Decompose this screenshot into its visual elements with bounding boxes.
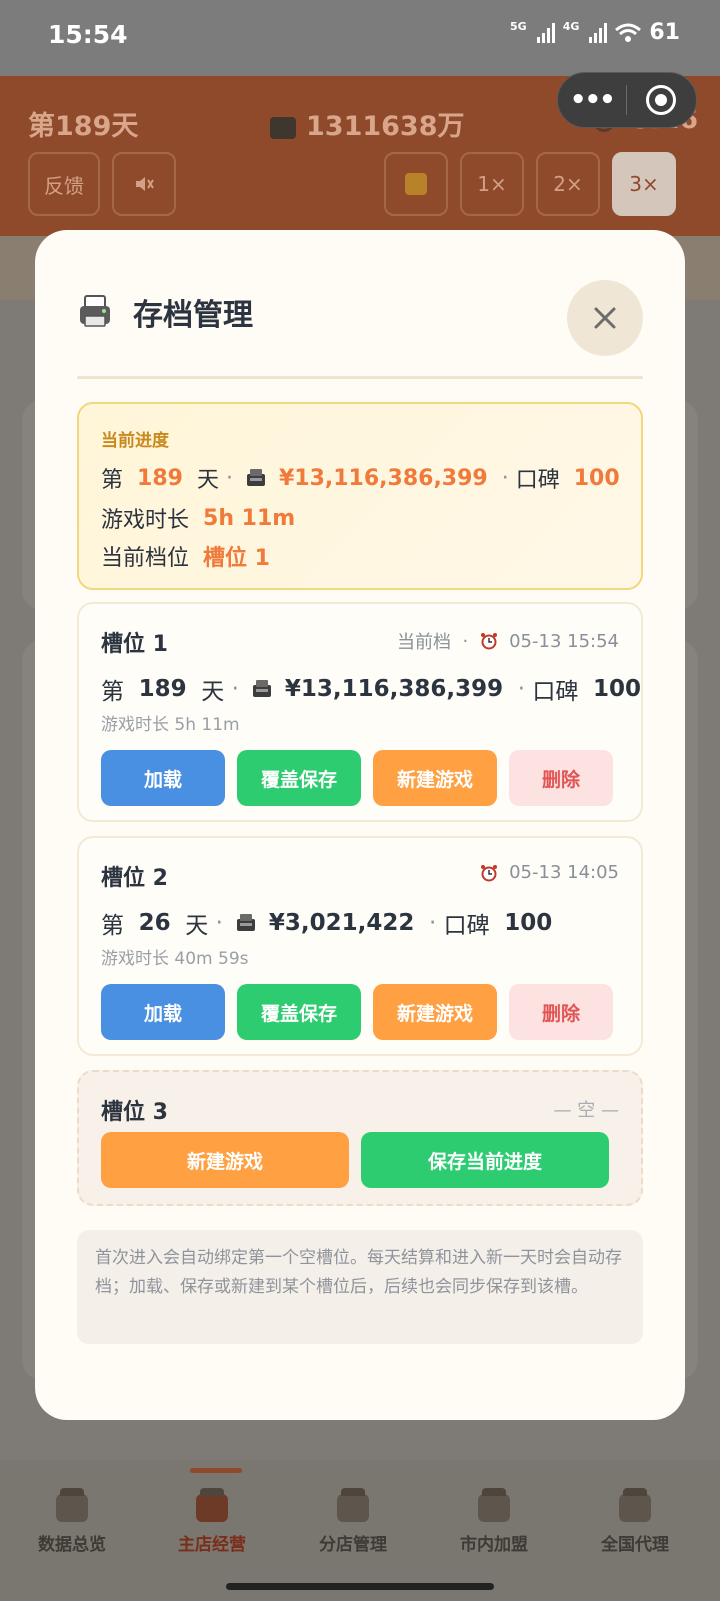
alarm-clock-icon <box>480 633 497 650</box>
nav-item-main-store[interactable]: 主店经营 <box>140 1488 284 1555</box>
new-game-button[interactable]: 新建游戏 <box>373 750 497 806</box>
nav-item-branch[interactable]: 分店管理 <box>281 1488 425 1555</box>
nav-label: 主店经营 <box>178 1535 246 1555</box>
signal-icon <box>536 22 555 43</box>
save-management-dialog: 存档管理 当前进度 第 189 天 · ¥13,116,386,399 · 口碑… <box>35 230 685 1420</box>
pause-icon <box>405 173 427 195</box>
progress-summary: 第 189 天 · ¥13,116,386,399 · 口碑 100 <box>101 465 620 494</box>
slot-name: 槽位 1 <box>101 632 168 657</box>
branch-icon <box>337 1488 369 1522</box>
register-icon <box>252 680 271 697</box>
nav-label: 数据总览 <box>38 1535 106 1555</box>
wifi-icon <box>615 23 642 42</box>
mute-icon <box>136 177 154 191</box>
nav-item-agency[interactable]: 全国代理 <box>563 1488 707 1555</box>
status-bar: 15:54 5G 4G 61 <box>0 0 720 76</box>
autosave-note: 首次进入会自动绑定第一个空槽位。每天结算和进入新一天时会自动存档；加载、保存或新… <box>77 1230 643 1344</box>
delete-button[interactable]: 删除 <box>509 984 613 1040</box>
slot-name: 槽位 2 <box>101 866 168 891</box>
register-icon <box>246 469 265 486</box>
money-display: 1311638万 <box>270 104 465 143</box>
nav-item-franchise[interactable]: 市内加盟 <box>422 1488 566 1555</box>
slot-name: 槽位 3 <box>101 1100 168 1125</box>
progress-day: 189 <box>137 465 183 491</box>
home-indicator <box>226 1583 494 1590</box>
slot-timestamp: 05-13 15:54 <box>509 630 619 652</box>
current-progress-label: 当前进度 <box>101 431 169 451</box>
slot-summary: 第 189 天 · ¥13,116,386,399 · 口碑 100 <box>101 676 642 705</box>
header-divider <box>77 376 643 379</box>
save-slot-2: 槽位 2 05-13 14:05 第 26 天 · ¥3,021,422 · 口… <box>77 836 643 1056</box>
overwrite-save-button[interactable]: 覆盖保存 <box>237 750 361 806</box>
close-button[interactable] <box>567 280 643 356</box>
progress-reputation: 100 <box>573 465 620 491</box>
miniprogram-capsule: ••• <box>557 72 697 128</box>
delete-button[interactable]: 删除 <box>509 750 613 806</box>
progress-money: ¥13,116,386,399 <box>278 465 488 491</box>
day-counter: 第189天 <box>28 111 139 142</box>
more-icon[interactable]: ••• <box>558 85 626 115</box>
new-game-button[interactable]: 新建游戏 <box>101 1132 349 1188</box>
progress-playtime: 游戏时长 5h 11m <box>101 505 296 534</box>
close-icon <box>594 307 616 329</box>
slot-meta: 05-13 14:05 <box>480 862 619 883</box>
nav-label: 市内加盟 <box>460 1535 528 1555</box>
overwrite-save-button[interactable]: 覆盖保存 <box>237 984 361 1040</box>
slot-playtime: 游戏时长 5h 11m <box>101 715 240 735</box>
load-button[interactable]: 加载 <box>101 750 225 806</box>
slot-actions: 加载 覆盖保存 新建游戏 删除 <box>101 984 613 1040</box>
alarm-clock-icon <box>480 864 497 881</box>
slot-summary: 第 26 天 · ¥3,021,422 · 口碑 100 <box>101 910 553 939</box>
signal-5g-label: 5G <box>510 20 527 33</box>
empty-slot-tag: — 空 — <box>553 1100 619 1121</box>
register-icon <box>56 1488 88 1522</box>
signal-4g-label: 4G <box>562 20 580 33</box>
close-miniprogram-icon[interactable] <box>627 85 697 115</box>
nav-label: 全国代理 <box>601 1535 669 1555</box>
nav-item-overview[interactable]: 数据总览 <box>0 1488 144 1555</box>
register-icon <box>236 914 255 931</box>
pause-button[interactable] <box>384 152 448 216</box>
status-icons: 5G 4G 61 <box>510 20 680 45</box>
slot-meta: 当前档 · 05-13 15:54 <box>397 628 619 654</box>
progress-current-slot: 当前档位 槽位 1 <box>101 546 270 571</box>
dialog-header: 存档管理 <box>77 290 253 334</box>
current-progress-card: 当前进度 第 189 天 · ¥13,116,386,399 · 口碑 100 … <box>77 402 643 590</box>
feedback-button[interactable]: 反馈 <box>28 152 100 216</box>
slot-actions: 加载 覆盖保存 新建游戏 删除 <box>101 750 613 806</box>
save-slot-3: 槽位 3 — 空 — 新建游戏 保存当前进度 <box>77 1070 643 1206</box>
slot-playtime: 游戏时长 40m 59s <box>101 949 249 969</box>
current-slot-tag: 当前档 <box>397 632 451 653</box>
signal-icon-2 <box>589 22 608 43</box>
battery-level: 61 <box>649 20 680 45</box>
mute-button[interactable] <box>112 152 176 216</box>
franchise-icon <box>478 1488 510 1522</box>
speed-1x-button[interactable]: 1× <box>460 152 524 216</box>
new-game-button[interactable]: 新建游戏 <box>373 984 497 1040</box>
store-icon <box>196 1488 228 1522</box>
slot-timestamp: 05-13 14:05 <box>509 862 619 883</box>
load-button[interactable]: 加载 <box>101 984 225 1040</box>
agency-icon <box>619 1488 651 1522</box>
status-time: 15:54 <box>48 20 128 49</box>
nav-label: 分店管理 <box>319 1535 387 1555</box>
slot-actions: 新建游戏 保存当前进度 <box>101 1132 609 1188</box>
dialog-title: 存档管理 <box>133 298 253 333</box>
nav-active-indicator <box>190 1468 242 1473</box>
speed-3x-button[interactable]: 3× <box>612 152 676 216</box>
speed-2x-button[interactable]: 2× <box>536 152 600 216</box>
save-current-progress-button[interactable]: 保存当前进度 <box>361 1132 609 1188</box>
register-icon <box>270 116 296 139</box>
printer-icon <box>80 295 110 327</box>
save-slot-1: 槽位 1 当前档 · 05-13 15:54 第 189 天 · ¥13,116… <box>77 602 643 822</box>
